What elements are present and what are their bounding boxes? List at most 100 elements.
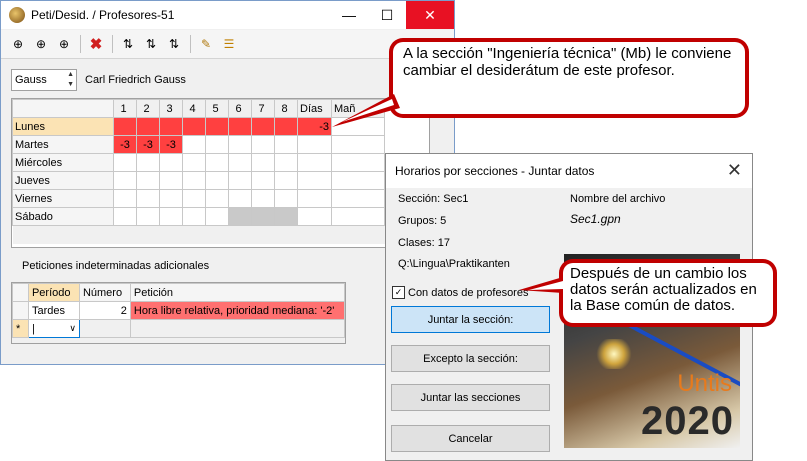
column-header[interactable]: 6 <box>228 99 252 118</box>
peticion-cell[interactable]: Hora libre relativa, prioridad mediana: … <box>129 301 346 320</box>
column-header[interactable]: 8 <box>274 99 298 118</box>
timetable-cell[interactable] <box>331 189 385 208</box>
timetable-cell[interactable] <box>297 207 332 226</box>
timetable-cell[interactable] <box>182 207 206 226</box>
column-header[interactable]: 7 <box>251 99 275 118</box>
cancel-button[interactable]: Cancelar <box>391 425 550 452</box>
day-label[interactable]: Lunes <box>12 117 114 136</box>
timetable-cell[interactable] <box>113 171 137 190</box>
column-header[interactable]: Días <box>297 99 332 118</box>
timetable-cell[interactable] <box>297 135 332 154</box>
column-header[interactable]: 1 <box>113 99 137 118</box>
list-icon[interactable]: ☰ <box>218 33 240 55</box>
column-header[interactable]: 5 <box>205 99 229 118</box>
timetable-cell[interactable] <box>205 153 229 172</box>
move-icon[interactable]: ⇅ <box>163 33 185 55</box>
timetable-cell[interactable] <box>136 117 160 136</box>
day-label[interactable]: Sábado <box>12 207 114 226</box>
teacher-spinner[interactable]: Gauss ▲ ▼ <box>11 69 77 91</box>
col-numero-header[interactable]: Número <box>78 283 131 302</box>
timetable-cell[interactable] <box>228 171 252 190</box>
timetable-cell[interactable] <box>159 207 183 226</box>
timetable-cell[interactable]: -3 <box>297 117 332 136</box>
timetable-cell[interactable] <box>205 189 229 208</box>
timetable-cell[interactable] <box>182 171 206 190</box>
timetable-cell[interactable] <box>274 171 298 190</box>
timetable-cell[interactable] <box>182 153 206 172</box>
close-icon[interactable]: ✕ <box>727 160 742 181</box>
except-section-button[interactable]: Excepto la sección: <box>391 345 550 372</box>
timetable-cell[interactable] <box>136 189 160 208</box>
timetable-cell[interactable]: -3 <box>113 135 137 154</box>
add-row-icon[interactable]: ⊕ <box>30 33 52 55</box>
column-header[interactable]: 3 <box>159 99 183 118</box>
timetable-cell[interactable] <box>182 135 206 154</box>
periodo-cell[interactable]: Tardes <box>27 301 80 320</box>
add-row-icon[interactable]: ⊕ <box>7 33 29 55</box>
timetable-cell[interactable] <box>113 207 137 226</box>
timetable-cell[interactable] <box>205 117 229 136</box>
timetable-cell[interactable] <box>274 189 298 208</box>
timetable-cell[interactable] <box>159 171 183 190</box>
timetable-cell[interactable] <box>331 207 385 226</box>
day-label[interactable]: Viernes <box>12 189 114 208</box>
timetable-cell[interactable] <box>205 135 229 154</box>
timetable-cell[interactable] <box>205 171 229 190</box>
timetable-cell[interactable] <box>297 189 332 208</box>
new-numero-cell[interactable] <box>78 319 131 338</box>
move-icon[interactable]: ⇅ <box>117 33 139 55</box>
timetable-cell[interactable] <box>297 153 332 172</box>
timetable-cell[interactable] <box>182 189 206 208</box>
teacher-data-checkbox[interactable]: ✓ Con datos de profesores <box>392 286 528 299</box>
numero-cell[interactable]: 2 <box>78 301 131 320</box>
timetable-cell[interactable] <box>251 189 275 208</box>
timetable-cell[interactable] <box>228 207 252 226</box>
timetable-cell[interactable] <box>331 171 385 190</box>
timetable-cell[interactable] <box>251 117 275 136</box>
chevron-down-icon[interactable]: ∨ <box>69 323 76 334</box>
day-label[interactable]: Jueves <box>12 171 114 190</box>
timetable-cell[interactable] <box>136 207 160 226</box>
file-name-field[interactable]: Sec1.gpn <box>568 209 742 229</box>
timetable-cell[interactable] <box>159 117 183 136</box>
timetable-cell[interactable] <box>274 153 298 172</box>
timetable-cell[interactable] <box>136 153 160 172</box>
timetable-cell[interactable] <box>228 135 252 154</box>
spinner-arrows-icon[interactable]: ▲ ▼ <box>67 70 74 90</box>
timetable-cell[interactable] <box>159 153 183 172</box>
timetable-cell[interactable] <box>159 189 183 208</box>
timetable-cell[interactable] <box>274 135 298 154</box>
maximize-button[interactable]: ☐ <box>368 1 406 29</box>
add-row-icon[interactable]: ⊕ <box>53 33 75 55</box>
timetable-cell[interactable] <box>251 207 275 226</box>
move-icon[interactable]: ⇅ <box>140 33 162 55</box>
checkbox-check-icon[interactable]: ✓ <box>392 286 405 299</box>
day-label[interactable]: Miércoles <box>12 153 114 172</box>
periodo-dropdown[interactable]: | ∨ <box>27 319 80 338</box>
timetable-cell[interactable] <box>182 117 206 136</box>
timetable-cell[interactable] <box>228 189 252 208</box>
timetable-cell[interactable] <box>228 153 252 172</box>
merge-section-button[interactable]: Juntar la sección: <box>391 306 550 333</box>
timetable-cell[interactable] <box>251 171 275 190</box>
day-label[interactable]: Martes <box>12 135 114 154</box>
timetable-cell[interactable]: -3 <box>159 135 183 154</box>
timetable-cell[interactable] <box>205 207 229 226</box>
timetable-cell[interactable] <box>113 117 137 136</box>
column-header[interactable]: 4 <box>182 99 206 118</box>
timetable-cell[interactable] <box>113 153 137 172</box>
new-peticion-cell[interactable] <box>129 319 346 338</box>
column-header[interactable]: 2 <box>136 99 160 118</box>
timetable-cell[interactable]: -3 <box>136 135 160 154</box>
timetable-cell[interactable] <box>331 153 385 172</box>
minimize-button[interactable]: — <box>330 1 368 29</box>
timetable-cell[interactable] <box>331 135 385 154</box>
timetable-cell[interactable] <box>274 117 298 136</box>
timetable-cell[interactable] <box>251 153 275 172</box>
col-periodo-header[interactable]: Período <box>27 283 80 302</box>
timetable-cell[interactable] <box>251 135 275 154</box>
edit-icon[interactable]: ✎ <box>195 33 217 55</box>
timetable-cell[interactable] <box>274 207 298 226</box>
timetable-cell[interactable] <box>136 171 160 190</box>
timetable-cell[interactable] <box>297 171 332 190</box>
